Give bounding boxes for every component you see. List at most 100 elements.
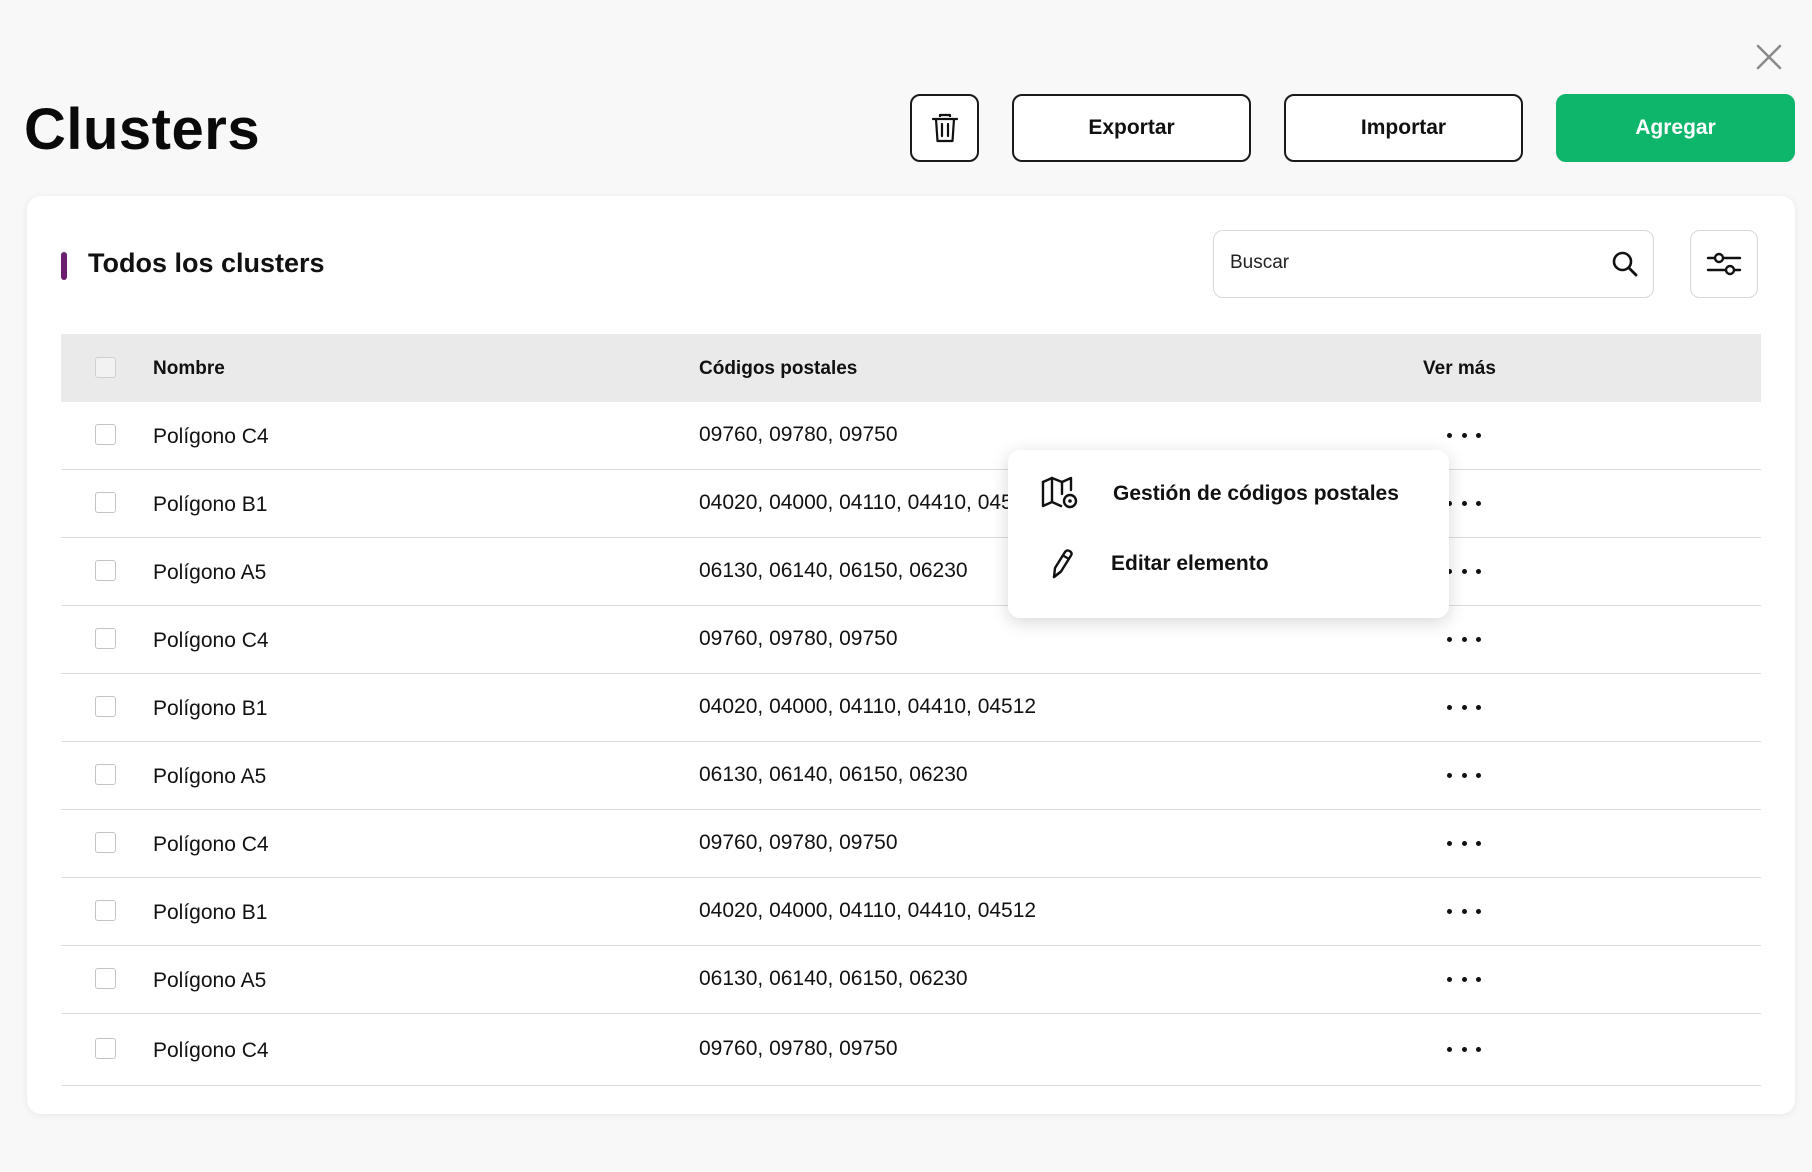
- cell-name: Polígono B1: [153, 697, 268, 720]
- more-dot-icon: [1447, 704, 1452, 710]
- close-button[interactable]: [1752, 40, 1786, 74]
- more-options-button[interactable]: [1447, 835, 1481, 851]
- table-row: Polígono B1 04020, 04000, 04110, 04410, 0…: [61, 674, 1761, 742]
- cell-postal-codes: 09760, 09780, 09750: [699, 831, 898, 854]
- cell-name: Polígono B1: [153, 493, 268, 516]
- more-dot-icon: [1476, 500, 1481, 506]
- more-dot-icon: [1476, 1046, 1481, 1052]
- more-dot-icon: [1476, 704, 1481, 710]
- clusters-card: Todos los clusters Nombre Códigos postal…: [27, 196, 1795, 1114]
- more-dot-icon: [1447, 636, 1452, 642]
- more-options-button[interactable]: [1447, 767, 1481, 783]
- cell-postal-codes: 06130, 06140, 06150, 06230: [699, 763, 968, 786]
- cell-postal-codes: 09760, 09780, 09750: [699, 627, 898, 650]
- export-button[interactable]: Exportar: [1012, 94, 1251, 162]
- cell-postal-codes: 04020, 04000, 04110, 04410, 04512: [699, 695, 1037, 718]
- row-checkbox[interactable]: [95, 968, 116, 989]
- menu-item-label: Editar elemento: [1111, 552, 1269, 575]
- row-checkbox[interactable]: [95, 696, 116, 717]
- cell-name: Polígono C4: [153, 833, 269, 856]
- more-dot-icon: [1461, 500, 1467, 506]
- cell-name: Polígono C4: [153, 425, 269, 448]
- row-checkbox[interactable]: [95, 424, 116, 445]
- more-dot-icon: [1461, 704, 1467, 710]
- cell-name: Polígono A5: [153, 561, 267, 584]
- cell-postal-codes: 04020, 04000, 04110, 04410, 04512: [699, 899, 1037, 922]
- cell-name: Polígono B1: [153, 901, 268, 924]
- more-dot-icon: [1461, 636, 1467, 642]
- search-input[interactable]: [1230, 231, 1600, 295]
- search-icon[interactable]: [1611, 250, 1639, 278]
- more-dot-icon: [1461, 908, 1467, 914]
- more-dot-icon: [1461, 568, 1467, 574]
- table-row: Polígono A5 06130, 06140, 06150, 06230: [61, 946, 1761, 1014]
- cell-name: Polígono A5: [153, 765, 267, 788]
- add-button[interactable]: Agregar: [1556, 94, 1795, 162]
- title-accent-bar: [61, 252, 67, 280]
- more-options-button[interactable]: [1447, 427, 1481, 443]
- more-dot-icon: [1447, 772, 1452, 778]
- row-checkbox[interactable]: [95, 900, 116, 921]
- cell-name: Polígono A5: [153, 969, 267, 992]
- more-options-button[interactable]: [1447, 631, 1481, 647]
- cell-name: Polígono C4: [153, 629, 269, 652]
- trash-icon: [931, 113, 958, 143]
- more-dot-icon: [1476, 840, 1481, 846]
- table-header: Nombre Códigos postales Ver más: [61, 334, 1761, 402]
- header-more: Ver más: [1423, 358, 1496, 379]
- clusters-table: Nombre Códigos postales Ver más Polígono…: [61, 334, 1761, 1086]
- table-row: Polígono B1 04020, 04000, 04110, 04410, 0…: [61, 470, 1761, 538]
- more-options-button[interactable]: [1447, 563, 1481, 579]
- more-options-button[interactable]: [1447, 495, 1481, 511]
- table-body: Polígono C4 09760, 09780, 09750 Polígono B…: [61, 402, 1761, 1086]
- row-checkbox[interactable]: [95, 628, 116, 649]
- row-checkbox[interactable]: [95, 764, 116, 785]
- filter-sliders-icon: [1706, 252, 1742, 276]
- more-dot-icon: [1447, 432, 1452, 438]
- more-dot-icon: [1447, 908, 1452, 914]
- cell-postal-codes: 09760, 09780, 09750: [699, 423, 898, 446]
- more-dot-icon: [1447, 976, 1452, 982]
- more-dot-icon: [1461, 772, 1467, 778]
- more-dot-icon: [1476, 976, 1481, 982]
- more-options-button[interactable]: [1447, 1041, 1481, 1057]
- more-dot-icon: [1447, 840, 1452, 846]
- map-pin-icon: [1041, 476, 1078, 509]
- row-checkbox[interactable]: [95, 1038, 116, 1059]
- menu-item-label: Gestión de códigos postales: [1113, 482, 1399, 505]
- more-dot-icon: [1476, 636, 1481, 642]
- delete-button[interactable]: [910, 94, 979, 162]
- more-dot-icon: [1461, 1046, 1467, 1052]
- table-row: Polígono C4 09760, 09780, 09750: [61, 1014, 1761, 1086]
- cell-postal-codes: 06130, 06140, 06150, 06230: [699, 559, 968, 582]
- more-dot-icon: [1476, 772, 1481, 778]
- cell-name: Polígono C4: [153, 1039, 269, 1062]
- menu-item-edit[interactable]: Editar elemento: [1008, 534, 1449, 594]
- header-codes: Códigos postales: [699, 358, 858, 379]
- pencil-icon: [1052, 549, 1073, 579]
- table-row: Polígono B1 04020, 04000, 04110, 04410, 0…: [61, 878, 1761, 946]
- more-dot-icon: [1461, 976, 1467, 982]
- cell-postal-codes: 06130, 06140, 06150, 06230: [699, 967, 968, 990]
- filter-button[interactable]: [1690, 230, 1758, 298]
- row-checkbox[interactable]: [95, 832, 116, 853]
- search-box: [1213, 230, 1654, 298]
- header-name: Nombre: [153, 358, 225, 379]
- row-checkbox[interactable]: [95, 492, 116, 513]
- table-row: Polígono A5 06130, 06140, 06150, 06230: [61, 742, 1761, 810]
- menu-item-manage-postal-codes[interactable]: Gestión de códigos postales: [1008, 464, 1449, 524]
- import-button[interactable]: Importar: [1284, 94, 1523, 162]
- more-dot-icon: [1476, 568, 1481, 574]
- more-options-button[interactable]: [1447, 699, 1481, 715]
- more-options-button[interactable]: [1447, 903, 1481, 919]
- table-row: Polígono C4 09760, 09780, 09750: [61, 402, 1761, 470]
- more-options-button[interactable]: [1447, 971, 1481, 987]
- table-row: Polígono A5 06130, 06140, 06150, 06230: [61, 538, 1761, 606]
- more-dot-icon: [1476, 432, 1481, 438]
- cell-postal-codes: 09760, 09780, 09750: [699, 1037, 898, 1060]
- more-dot-icon: [1476, 908, 1481, 914]
- table-row: Polígono C4 09760, 09780, 09750: [61, 606, 1761, 674]
- select-all-checkbox[interactable]: [95, 357, 116, 378]
- more-dot-icon: [1461, 432, 1467, 438]
- row-checkbox[interactable]: [95, 560, 116, 581]
